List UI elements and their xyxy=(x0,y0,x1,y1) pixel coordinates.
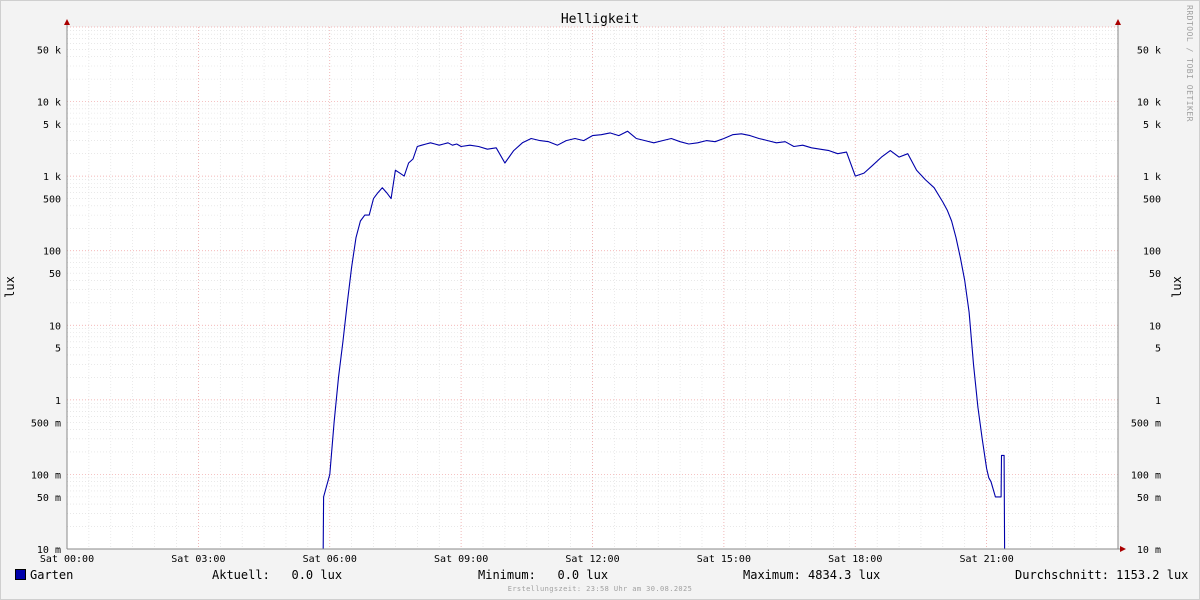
y-tick-label-right: 100 xyxy=(1143,247,1161,258)
y-tick-label-right: 1 xyxy=(1155,396,1161,407)
y-tick-label-left: 5 xyxy=(55,344,61,355)
y-tick-label-right: 500 xyxy=(1143,195,1161,206)
legend-maximum: Maximum: 4834.3 lux xyxy=(743,568,881,582)
y-tick-label-right: 500 m xyxy=(1131,418,1161,429)
legend-swatch-garten xyxy=(15,569,26,580)
x-axis-arrow xyxy=(1120,546,1126,552)
legend-series-name: Garten xyxy=(30,568,74,582)
y-tick-label-left: 1 xyxy=(55,396,61,407)
y-tick-label-left: 500 m xyxy=(31,418,61,429)
y-tick-label-left: 10 k xyxy=(37,98,61,109)
y-axis-arrow-left xyxy=(64,19,70,25)
x-tick-label: Sat 15:00 xyxy=(697,554,751,565)
y-tick-label-right: 100 m xyxy=(1131,470,1161,481)
chart: Helligkeit lux lux RRDTOOL / TOBI OETIKE… xyxy=(3,5,1194,565)
y-tick-label-right: 50 m xyxy=(1137,493,1161,504)
y-tick-label-left: 50 k xyxy=(37,45,61,56)
y-tick-label-right: 5 xyxy=(1155,344,1161,355)
y-tick-label-right: 5 k xyxy=(1143,120,1161,131)
x-tick-label: Sat 06:00 xyxy=(303,554,357,565)
legend-current: Aktuell: 0.0 lux xyxy=(212,568,343,582)
y-tick-label-left: 100 m xyxy=(31,470,61,481)
y-tick-label-left: 500 xyxy=(43,195,61,206)
y-tick-label-right: 10 k xyxy=(1137,98,1161,109)
y-tick-label-right: 50 xyxy=(1149,269,1161,280)
y-tick-label-left: 1 k xyxy=(43,172,61,183)
y-tick-label-right: 1 k xyxy=(1143,172,1161,183)
y-tick-label-left: 10 xyxy=(49,321,61,332)
y-axis-arrow-right xyxy=(1115,19,1121,25)
y-tick-label-left: 50 m xyxy=(37,493,61,504)
y-tick-label-right: 10 m xyxy=(1137,545,1161,556)
legend-average: Durchschnitt: 1153.2 lux xyxy=(1015,568,1189,582)
y-tick-label-right: 10 xyxy=(1149,321,1161,332)
footer-timestamp: Erstellungszeit: 23:58 Uhr am 30.08.2025 xyxy=(507,585,693,593)
y-tick-label-left: 50 xyxy=(49,269,61,280)
y-tick-label-right: 50 k xyxy=(1137,45,1161,56)
x-tick-label: Sat 18:00 xyxy=(828,554,882,565)
x-tick-label: Sat 00:00 xyxy=(40,554,94,565)
legend-minimum: Minimum: 0.0 lux xyxy=(478,568,609,582)
y-axis-label-left: lux xyxy=(3,276,17,298)
x-tick-label: Sat 09:00 xyxy=(434,554,488,565)
watermark: RRDTOOL / TOBI OETIKER xyxy=(1185,5,1194,122)
y-axis-label-right: lux xyxy=(1170,276,1184,298)
chart-title: Helligkeit xyxy=(561,12,639,27)
y-tick-label-left: 5 k xyxy=(43,120,61,131)
x-tick-label: Sat 12:00 xyxy=(565,554,619,565)
x-tick-label: Sat 03:00 xyxy=(171,554,225,565)
x-tick-label: Sat 21:00 xyxy=(960,554,1014,565)
y-tick-label-left: 100 xyxy=(43,247,61,258)
